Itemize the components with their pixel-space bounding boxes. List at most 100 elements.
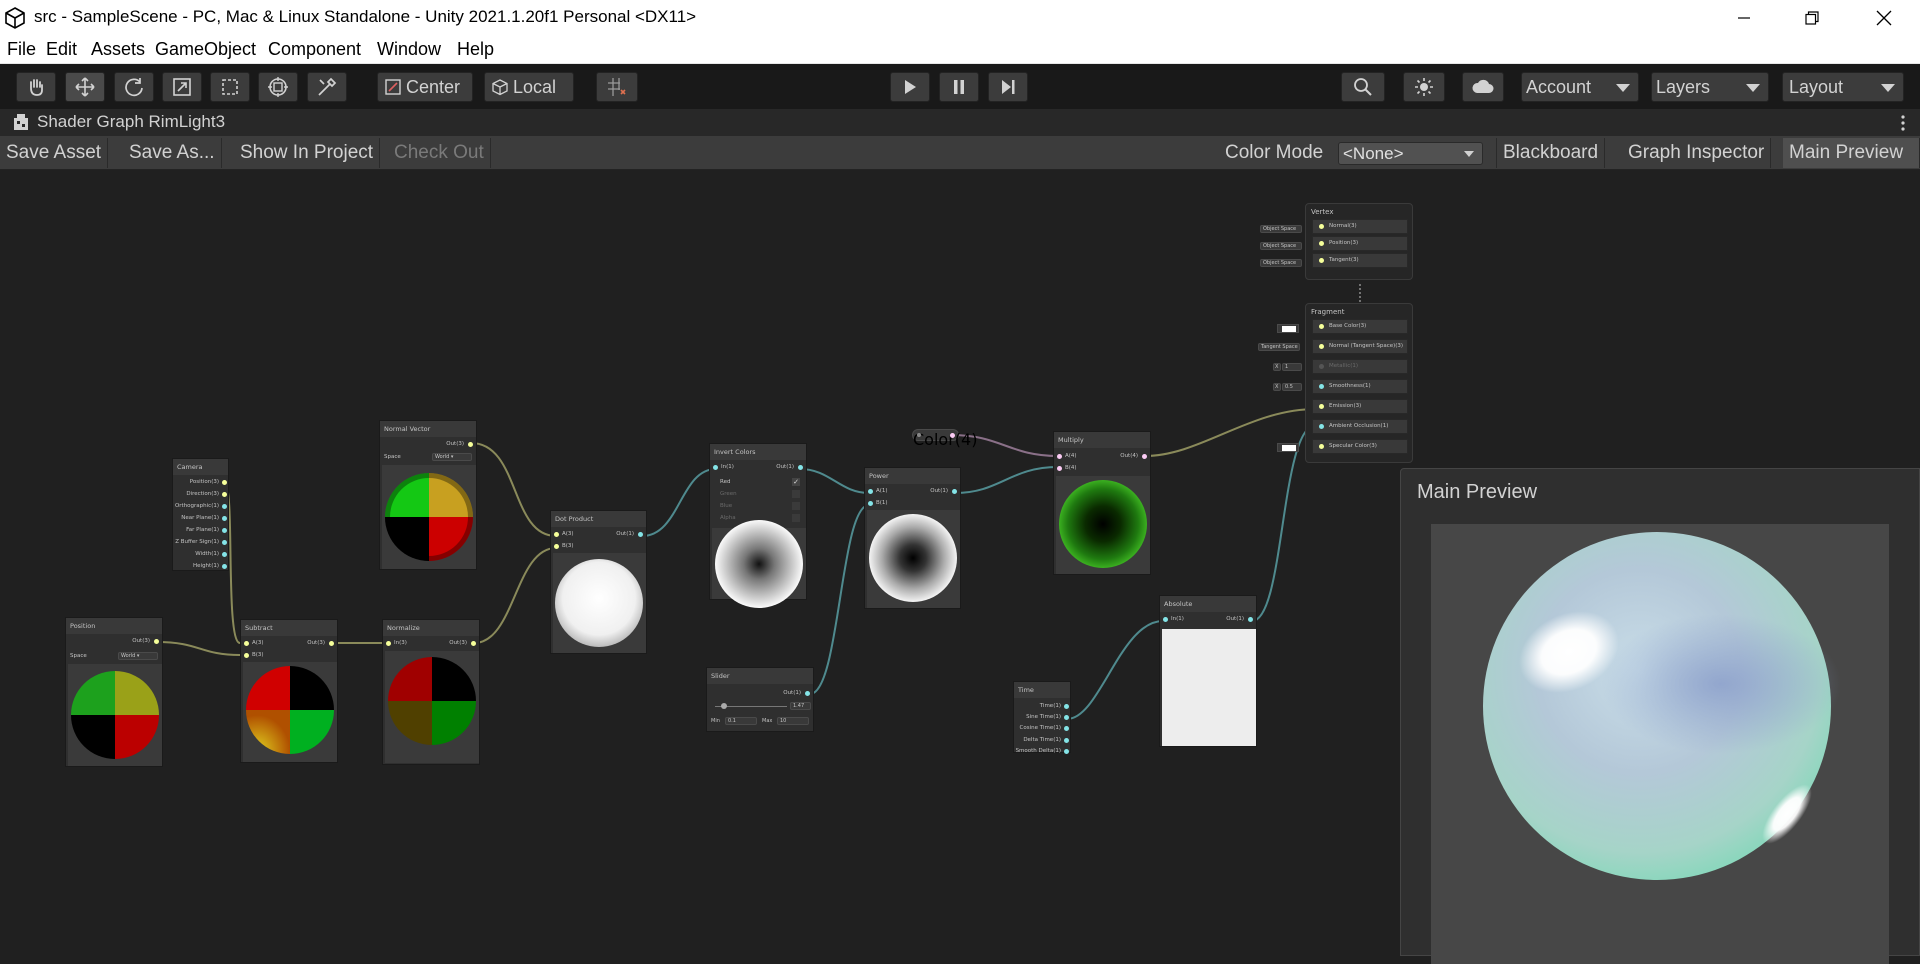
node-color-property[interactable]: Color(4) xyxy=(912,429,977,449)
slider-handle[interactable] xyxy=(721,703,727,709)
input-port[interactable] xyxy=(1057,466,1062,471)
space-dropdown[interactable]: World ▾ xyxy=(432,453,472,461)
more-options-icon[interactable] xyxy=(1900,115,1906,131)
input-port[interactable] xyxy=(554,532,559,537)
layers-dropdown[interactable]: Layers xyxy=(1651,72,1769,102)
output-port[interactable] xyxy=(950,433,955,438)
editor-tab-title[interactable]: Shader Graph RimLight3 xyxy=(37,112,225,132)
output-port[interactable] xyxy=(638,532,643,537)
checkbox-green[interactable] xyxy=(792,490,800,498)
output-port[interactable] xyxy=(222,564,227,569)
default-normal-tangent-space[interactable]: Tangent Space xyxy=(1258,343,1300,351)
input-port[interactable] xyxy=(868,489,873,494)
node-position[interactable]: Position Out(3) Space World ▾ xyxy=(65,617,163,767)
blackboard-toggle[interactable]: Blackboard xyxy=(1496,138,1606,168)
menu-help[interactable]: Help xyxy=(457,39,494,60)
input-port[interactable] xyxy=(1319,424,1324,429)
menu-window[interactable]: Window xyxy=(377,39,441,60)
output-port[interactable] xyxy=(1064,749,1069,754)
slider-value-field[interactable]: 1.47 xyxy=(790,702,811,710)
scale-tool-button[interactable] xyxy=(162,72,202,102)
output-port[interactable] xyxy=(222,492,227,497)
vertex-slot-tangent[interactable]: Tangent(3) xyxy=(1312,253,1408,268)
default-tangent-space[interactable]: Object Space xyxy=(1260,259,1302,267)
output-port[interactable] xyxy=(1248,617,1253,622)
node-absolute[interactable]: Absolute In(1) Out(1) xyxy=(1159,595,1257,747)
input-port[interactable] xyxy=(1319,324,1324,329)
menu-assets[interactable]: Assets xyxy=(91,39,145,60)
play-button[interactable] xyxy=(890,72,930,102)
input-port[interactable] xyxy=(1319,404,1324,409)
input-port[interactable] xyxy=(1319,224,1324,229)
min-field[interactable]: 0.1 xyxy=(725,717,757,725)
vertex-slot-normal[interactable]: Normal(3) xyxy=(1312,219,1408,234)
menu-gameobject[interactable]: GameObject xyxy=(155,39,256,60)
input-port[interactable] xyxy=(1163,617,1168,622)
pivot-mode-button[interactable]: Center xyxy=(377,72,473,102)
collab-button[interactable] xyxy=(1403,72,1445,102)
output-port[interactable] xyxy=(222,528,227,533)
smoothness-value-field[interactable]: 0.5 xyxy=(1282,383,1302,391)
graph-inspector-toggle[interactable]: Graph Inspector xyxy=(1622,138,1772,168)
output-port[interactable] xyxy=(1064,704,1069,709)
output-port[interactable] xyxy=(471,641,476,646)
node-invert-colors[interactable]: Invert Colors In(1) Out(1) Red ✓ Green B… xyxy=(709,443,807,608)
transform-tool-button[interactable] xyxy=(258,72,298,102)
input-port[interactable] xyxy=(1319,384,1324,389)
main-preview-panel[interactable]: Main Preview xyxy=(1400,468,1920,964)
output-port[interactable] xyxy=(222,480,227,485)
max-field[interactable]: 10 xyxy=(777,717,809,725)
output-port[interactable] xyxy=(222,552,227,557)
custom-tool-button[interactable] xyxy=(307,72,347,102)
metallic-value-field[interactable]: 1 xyxy=(1282,363,1302,371)
node-time[interactable]: Time Time(1) Sine Time(1) Cosine Time(1)… xyxy=(1013,681,1071,754)
default-position-space[interactable]: Object Space xyxy=(1260,242,1302,250)
menu-file[interactable]: File xyxy=(7,39,36,60)
input-port[interactable] xyxy=(1319,241,1324,246)
fragment-slot-specular-color[interactable]: Specular Color(3) xyxy=(1312,439,1408,454)
save-asset-button[interactable]: Save Asset xyxy=(0,138,109,168)
output-port[interactable] xyxy=(222,516,227,521)
fragment-slot-smoothness[interactable]: Smoothness(1) xyxy=(1312,379,1408,394)
cloud-button[interactable] xyxy=(1462,72,1504,102)
input-port[interactable] xyxy=(244,641,249,646)
master-vertex-block[interactable]: Vertex Normal(3) Position(3) Tangent(3) xyxy=(1305,203,1413,280)
close-button[interactable] xyxy=(1850,0,1918,36)
pivot-rotation-button[interactable]: Local xyxy=(484,72,574,102)
output-port[interactable] xyxy=(468,442,473,447)
menu-component[interactable]: Component xyxy=(268,39,361,60)
output-port[interactable] xyxy=(1064,726,1069,731)
node-power[interactable]: Power A(1) B(1) Out(1) xyxy=(864,467,961,609)
rotate-tool-button[interactable] xyxy=(114,72,154,102)
output-port[interactable] xyxy=(222,540,227,545)
output-port[interactable] xyxy=(222,504,227,509)
menu-edit[interactable]: Edit xyxy=(46,39,77,60)
check-out-button[interactable]: Check Out xyxy=(388,138,491,168)
grid-snapping-button[interactable] xyxy=(596,72,638,102)
fragment-slot-metallic[interactable]: Metallic(1) xyxy=(1312,359,1408,374)
node-multiply[interactable]: Multiply A(4) B(4) Out(4) xyxy=(1053,431,1151,575)
output-port[interactable] xyxy=(154,639,159,644)
master-fragment-block[interactable]: Fragment Base Color(3) Normal (Tangent S… xyxy=(1305,303,1413,463)
fragment-slot-ambient-occlusion[interactable]: Ambient Occlusion(1) xyxy=(1312,419,1408,434)
layout-dropdown[interactable]: Layout xyxy=(1782,72,1904,102)
account-dropdown[interactable]: Account xyxy=(1521,72,1639,102)
color-mode-dropdown[interactable]: <None> xyxy=(1338,142,1483,165)
specular-color-swatch[interactable] xyxy=(1277,443,1299,452)
node-camera[interactable]: Camera Position(3) Direction(3) Orthogra… xyxy=(172,458,229,571)
input-port[interactable] xyxy=(1319,364,1324,369)
save-as-button[interactable]: Save As... xyxy=(123,138,222,168)
output-port[interactable] xyxy=(1064,715,1069,720)
output-port[interactable] xyxy=(329,641,334,646)
node-dot-product[interactable]: Dot Product A(3) B(3) Out(1) xyxy=(550,510,647,654)
output-port[interactable] xyxy=(798,465,803,470)
default-normal-space[interactable]: Object Space xyxy=(1260,225,1302,233)
fragment-slot-normal[interactable]: Normal (Tangent Space)(3) xyxy=(1312,339,1408,354)
base-color-swatch[interactable] xyxy=(1277,324,1299,333)
vertex-slot-position[interactable]: Position(3) xyxy=(1312,236,1408,251)
input-port[interactable] xyxy=(868,501,873,506)
input-port[interactable] xyxy=(1319,344,1324,349)
input-port[interactable] xyxy=(1319,258,1324,263)
input-port[interactable] xyxy=(554,544,559,549)
move-tool-button[interactable] xyxy=(65,72,105,102)
